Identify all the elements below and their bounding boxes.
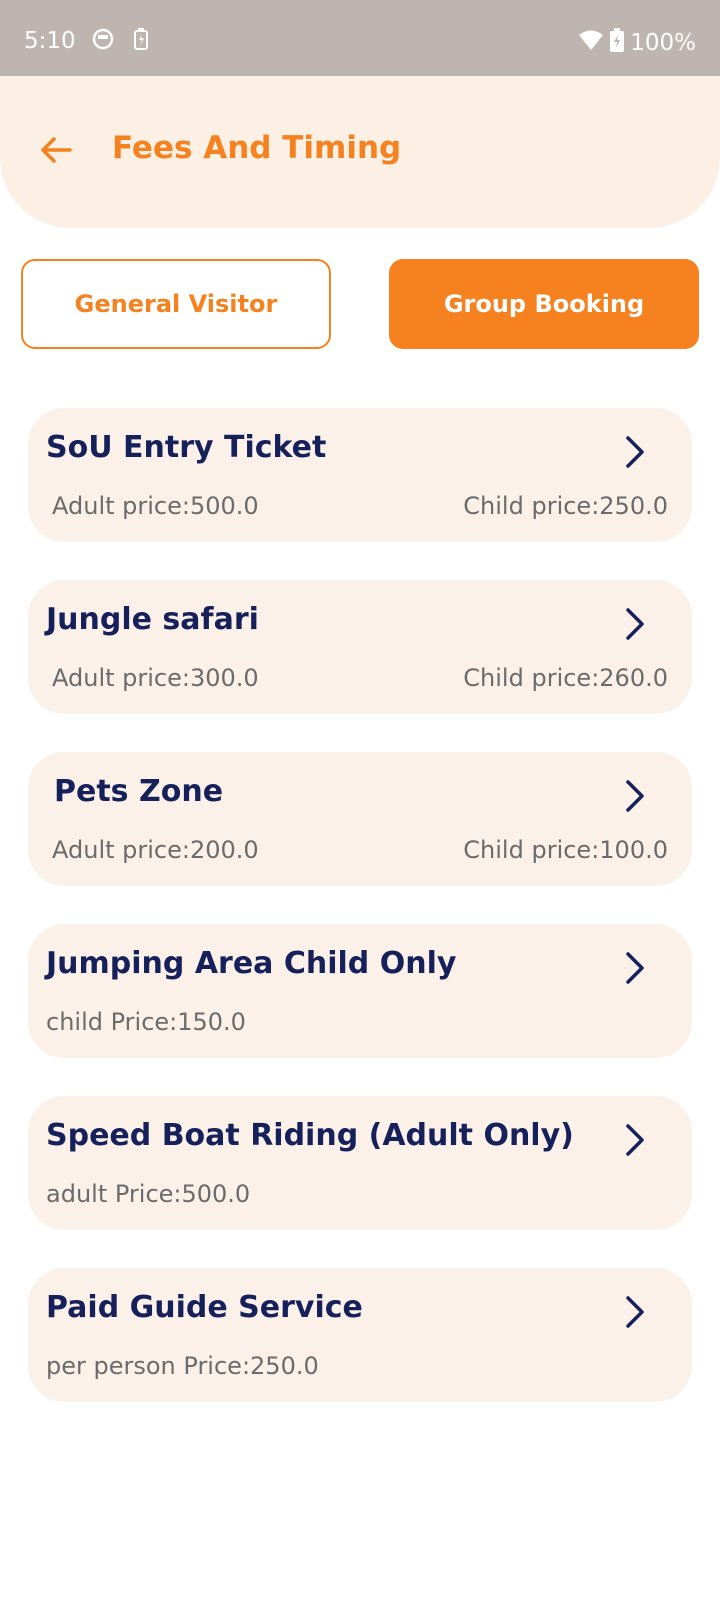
app-header: Fees And Timing <box>0 76 720 228</box>
page-title: Fees And Timing <box>112 130 402 166</box>
child-price: Child price:100.0 <box>463 836 668 864</box>
chevron-right-icon <box>626 952 644 984</box>
fee-card-title: Pets Zone <box>54 774 224 809</box>
adult-price: Adult price:200.0 <box>52 836 259 864</box>
battery-icon <box>610 28 625 58</box>
tab-group-booking[interactable]: Group Booking <box>389 259 699 349</box>
adult-price: Adult price:300.0 <box>52 664 259 692</box>
chevron-right-icon <box>626 1124 644 1156</box>
tab-general-visitor[interactable]: General Visitor <box>21 259 331 349</box>
back-button[interactable] <box>34 128 78 172</box>
per-person-price: per person Price:250.0 <box>46 1352 319 1380</box>
chevron-right-icon <box>626 780 644 812</box>
fee-card-jumping-area[interactable]: Jumping Area Child Only child Price:150.… <box>28 924 692 1058</box>
chevron-right-icon <box>626 608 644 640</box>
chevron-right-icon <box>626 1296 644 1328</box>
notification-app-icon <box>92 28 114 54</box>
fee-card-title: Speed Boat Riding (Adult Only) <box>46 1118 574 1153</box>
battery-percent: 100% <box>630 30 696 56</box>
arrow-left-icon <box>41 137 72 163</box>
fee-card-paid-guide[interactable]: Paid Guide Service per person Price:250.… <box>28 1268 692 1402</box>
wifi-icon <box>578 29 604 57</box>
battery-saver-icon <box>134 28 148 54</box>
chevron-right-icon <box>626 436 644 468</box>
status-bar: 5:10 100% <box>0 0 720 76</box>
child-price: Child price:260.0 <box>463 664 668 692</box>
fee-card-jungle-safari[interactable]: Jungle safari Adult price:300.0 Child pr… <box>28 580 692 714</box>
child-price: child Price:150.0 <box>46 1008 246 1036</box>
adult-price: Adult price:500.0 <box>52 492 259 520</box>
fee-card-title: SoU Entry Ticket <box>46 430 327 465</box>
adult-price: adult Price:500.0 <box>46 1180 251 1208</box>
fee-card-pets-zone[interactable]: Pets Zone Adult price:200.0 Child price:… <box>28 752 692 886</box>
fee-card-title: Paid Guide Service <box>46 1290 363 1325</box>
child-price: Child price:250.0 <box>463 492 668 520</box>
fee-card-sou-entry-ticket[interactable]: SoU Entry Ticket Adult price:500.0 Child… <box>28 408 692 542</box>
fee-list: SoU Entry Ticket Adult price:500.0 Child… <box>28 408 692 1440</box>
fee-card-title: Jungle safari <box>46 602 259 637</box>
status-time: 5:10 <box>24 28 76 54</box>
fee-card-speed-boat[interactable]: Speed Boat Riding (Adult Only) adult Pri… <box>28 1096 692 1230</box>
fee-card-title: Jumping Area Child Only <box>46 946 457 981</box>
